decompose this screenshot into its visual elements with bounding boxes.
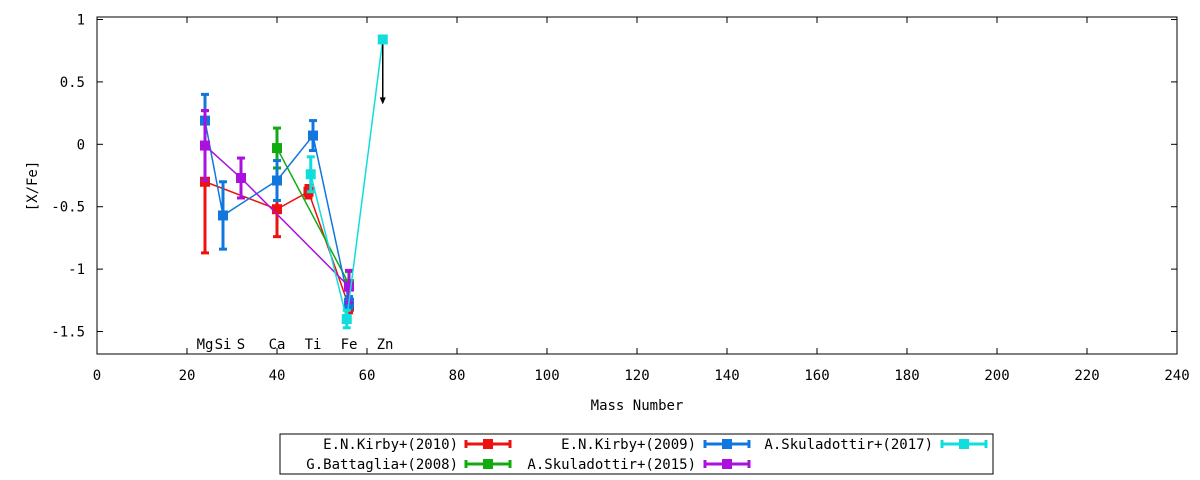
legend-marker	[483, 459, 493, 469]
data-point	[236, 173, 246, 184]
legend-marker	[483, 439, 493, 449]
x-tick-label: 60	[359, 368, 376, 384]
y-tick-label: -1.5	[51, 325, 85, 341]
legend-marker	[722, 459, 732, 469]
x-tick-label: 140	[714, 368, 739, 384]
x-tick-label: 180	[894, 368, 919, 384]
x-tick-label: 160	[804, 368, 829, 384]
series-layer	[200, 34, 388, 330]
element-label: Mg	[197, 337, 214, 353]
legend-label: E.N.Kirby+(2010)	[323, 437, 458, 453]
x-tick-label: 0	[93, 368, 101, 384]
legend-label: A.Skuladottir+(2015)	[527, 457, 696, 473]
x-tick-label: 120	[624, 368, 649, 384]
data-point	[272, 143, 282, 154]
element-label: S	[237, 337, 245, 353]
legend-marker	[722, 439, 732, 449]
x-tick-label: 100	[534, 368, 559, 384]
abundance-chart: 0 20 40 60 80 100 120 140 160 180 200 220 240 1 0.5 0 -0…	[25, 12, 1190, 475]
data-point	[341, 314, 352, 325]
x-tick-label: 20	[179, 368, 196, 384]
y-tick-label: -1	[68, 262, 85, 278]
x-tick-label: 220	[1074, 368, 1099, 384]
x-tick-label: 200	[984, 368, 1009, 384]
x-axis-label: Mass Number	[591, 398, 684, 414]
upper-limit-arrowhead	[379, 97, 386, 105]
data-point	[377, 34, 388, 45]
y-axis-label: [X/Fe]	[25, 161, 41, 212]
data-point	[200, 140, 210, 151]
y-tick-label: 1	[77, 12, 85, 28]
x-tick-label: 80	[449, 368, 466, 384]
element-label: Zn	[377, 337, 394, 353]
data-point	[308, 130, 318, 141]
data-point	[305, 169, 316, 180]
element-label: Fe	[341, 337, 358, 353]
element-labels-layer: Mg Si S Ca Ti Fe Zn	[197, 337, 394, 353]
data-point	[272, 175, 282, 186]
y-tick-label: -0.5	[51, 200, 85, 216]
element-label: Ti	[305, 337, 322, 353]
plot-frame	[96, 16, 1178, 355]
y-tick-label: 0	[77, 137, 85, 153]
legend-label: E.N.Kirby+(2009)	[561, 437, 696, 453]
legend-marker	[959, 439, 969, 449]
data-point	[218, 210, 228, 221]
series-line	[276, 147, 350, 285]
x-tick-label: 40	[269, 368, 286, 384]
element-label: Si	[215, 337, 232, 353]
y-tick-label: 0.5	[60, 75, 85, 91]
legend-label: A.Skuladottir+(2017)	[764, 437, 933, 453]
data-point	[272, 204, 282, 215]
element-label: Ca	[269, 337, 286, 353]
series-line	[310, 39, 384, 320]
x-tick-label: 240	[1164, 368, 1189, 384]
legend-label: G.Battaglia+(2008)	[306, 457, 458, 473]
data-point	[344, 281, 354, 292]
